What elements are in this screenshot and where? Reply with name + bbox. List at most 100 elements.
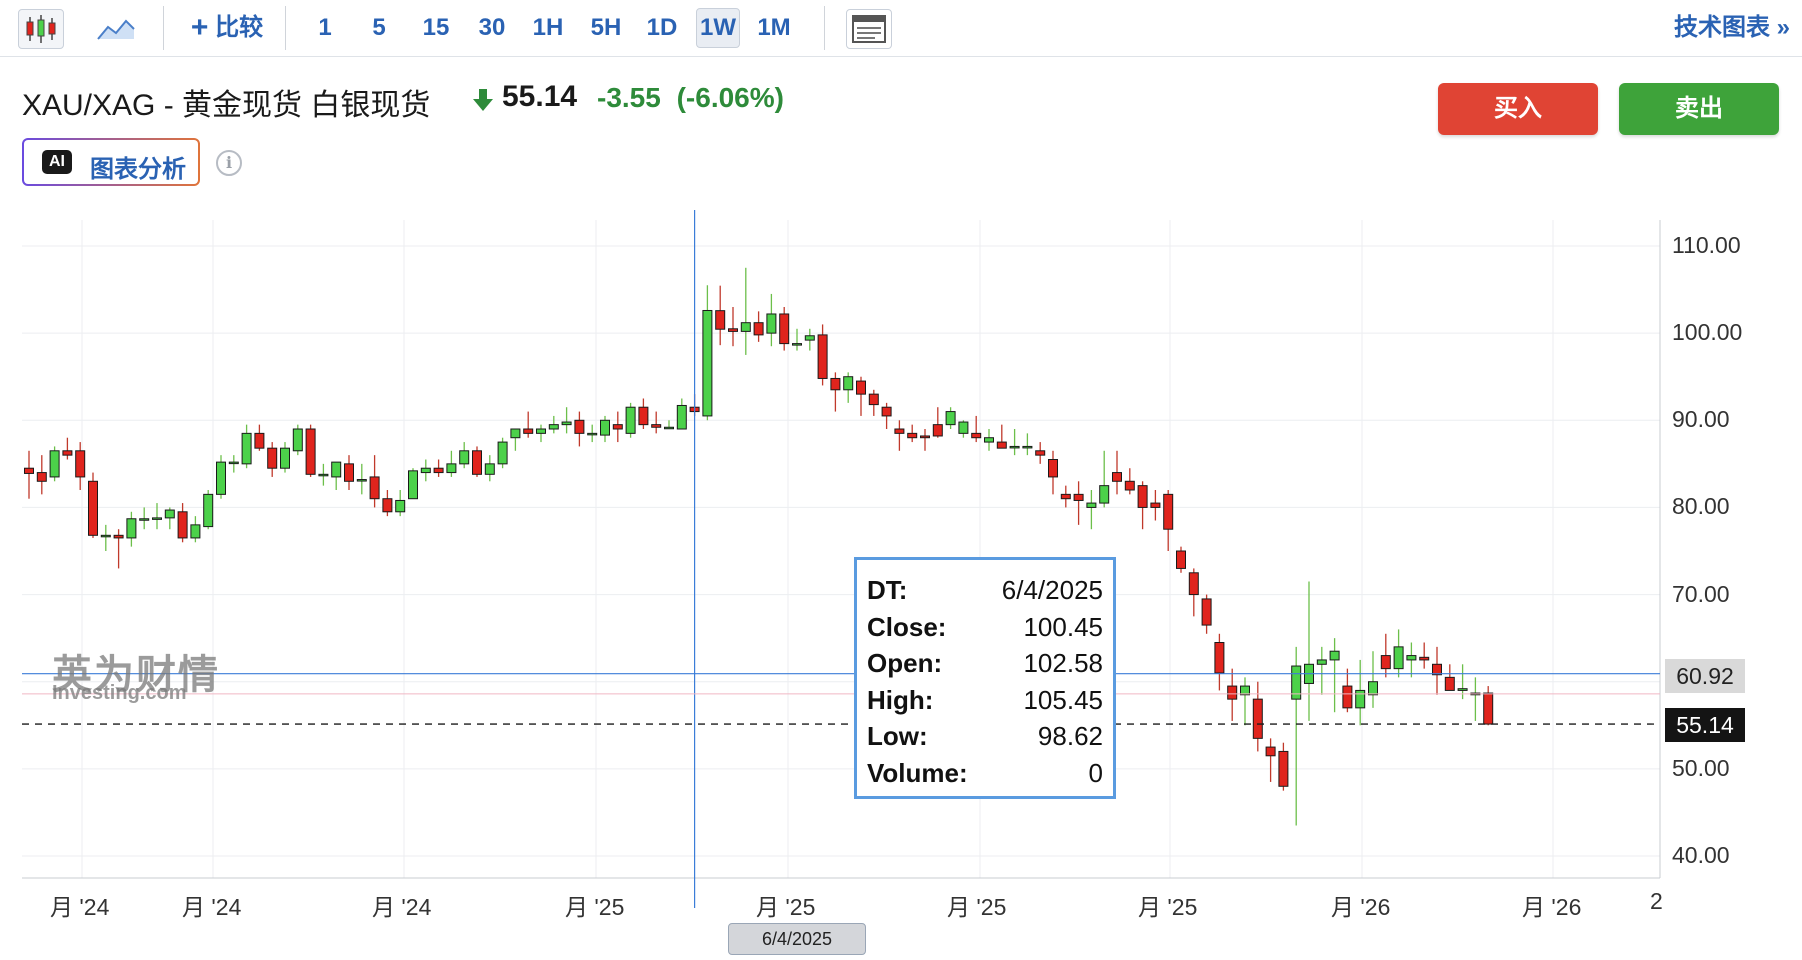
candle-body — [907, 432, 918, 439]
candle — [497, 437, 508, 469]
candle — [1035, 442, 1046, 464]
candle — [36, 455, 47, 495]
candle — [830, 372, 841, 412]
candle — [868, 389, 879, 416]
tooltip-row-close: Close: 100.45 — [867, 609, 1103, 646]
interval-1h[interactable]: 1H — [530, 9, 566, 47]
interval-1w[interactable]: 1W — [696, 8, 740, 48]
candle — [753, 311, 764, 342]
candle-body — [536, 428, 546, 434]
grid — [22, 220, 1661, 879]
tooltip-key: Low: — [867, 721, 928, 751]
technical-chart-link[interactable]: 技术图表 » — [1660, 9, 1790, 47]
tooltip-value: 6/4/2025 — [1001, 575, 1103, 605]
candle — [126, 511, 137, 547]
interval-30[interactable]: 30 — [474, 9, 510, 47]
candle — [1150, 490, 1161, 521]
candle-body — [574, 419, 585, 434]
compare-button[interactable]: + 比较 — [182, 9, 272, 47]
candle — [369, 455, 380, 508]
info-icon[interactable]: i — [216, 150, 242, 176]
candle — [433, 459, 444, 477]
candle — [241, 424, 252, 469]
candle-body — [1457, 688, 1468, 691]
y-tick-label: 70.00 — [1672, 580, 1730, 607]
candle-body — [292, 428, 303, 452]
candle-body — [1009, 445, 1020, 449]
candle — [24, 450, 34, 499]
candle — [1163, 490, 1174, 551]
candle-body — [676, 404, 687, 430]
candle-body — [100, 534, 111, 538]
candle — [664, 420, 674, 430]
candle-body — [1022, 445, 1033, 449]
candle-body — [1265, 746, 1276, 757]
candle — [945, 407, 956, 429]
candle-body — [1342, 685, 1353, 709]
candle-body — [331, 461, 342, 478]
tooltip-value: 105.45 — [1023, 684, 1103, 715]
candle — [1432, 646, 1442, 695]
candle-body — [1316, 659, 1327, 665]
layout-icon[interactable] — [846, 9, 892, 49]
interval-5h[interactable]: 5H — [586, 9, 626, 47]
candle-body — [395, 499, 406, 513]
candle — [1073, 481, 1084, 525]
candle-body — [228, 461, 239, 465]
candle-body — [561, 421, 572, 426]
candle — [331, 461, 342, 490]
candle — [382, 490, 393, 517]
candle-body — [497, 441, 508, 465]
candle — [177, 503, 188, 543]
candle-body — [113, 534, 124, 539]
down-arrow-icon — [473, 89, 493, 111]
tooltip-value: 98.62 — [1037, 721, 1103, 751]
candle — [1342, 668, 1353, 713]
interval-5[interactable]: 5 — [364, 9, 394, 47]
candle — [702, 285, 713, 421]
candle — [1137, 481, 1148, 530]
candle-body — [1393, 646, 1404, 670]
candle — [62, 437, 73, 460]
candle — [408, 468, 418, 500]
watermark-logo-text: Investing.com — [52, 682, 187, 704]
candle-body — [1483, 692, 1494, 725]
candle-body — [1150, 502, 1161, 508]
candle — [228, 455, 239, 473]
interval-1m[interactable]: 1M — [754, 9, 794, 47]
sell-button[interactable]: 卖出 — [1619, 83, 1779, 135]
buy-button[interactable]: 买入 — [1438, 83, 1598, 135]
candle-body — [1227, 685, 1238, 700]
candle-body — [728, 328, 738, 332]
y-tick-label: 90.00 — [1672, 406, 1730, 433]
candle-body — [1380, 655, 1391, 670]
price-change: -3.55 (-6.06%) — [597, 82, 784, 114]
x-tick-label: 月 '25 — [947, 894, 1007, 920]
interval-1d[interactable]: 1D — [644, 9, 680, 47]
candle-body — [267, 447, 278, 469]
candle-body — [126, 518, 137, 539]
interval-15[interactable]: 15 — [418, 9, 454, 47]
candle — [75, 442, 86, 490]
candle — [792, 328, 802, 351]
tooltip-row-low: Low: 98.62 — [867, 718, 1103, 755]
tooltip-row-dt: DT: 6/4/2025 — [867, 572, 1103, 609]
ai-chart-analysis-button[interactable]: AI 图表分析 — [22, 138, 200, 186]
area-chart-type-icon[interactable] — [94, 9, 138, 47]
y-tick-label: 40.00 — [1672, 842, 1730, 868]
candle-body — [600, 419, 610, 436]
interval-1[interactable]: 1 — [310, 9, 340, 47]
candle — [1201, 594, 1212, 634]
candle — [1227, 668, 1238, 721]
candle-body — [753, 322, 764, 336]
candle-body — [62, 450, 73, 456]
candle — [100, 524, 111, 551]
candle-body — [702, 309, 713, 417]
candle — [1022, 433, 1033, 456]
candle — [49, 446, 60, 482]
candle — [446, 450, 457, 477]
compare-label: 比较 — [215, 14, 264, 41]
candlestick-chart-type-icon[interactable] — [18, 9, 64, 49]
candle-body — [241, 432, 252, 465]
candle — [766, 293, 777, 347]
